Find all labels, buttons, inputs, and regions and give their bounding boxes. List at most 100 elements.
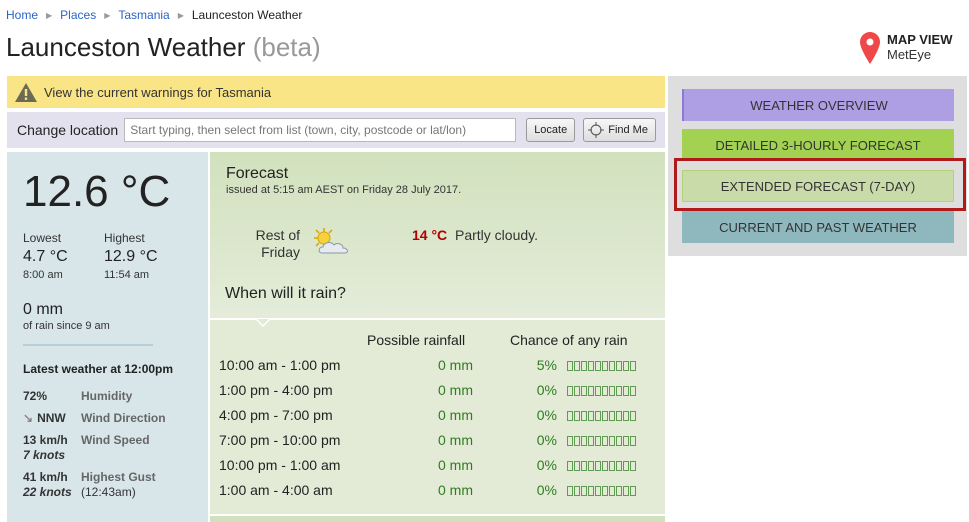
highest-label: Highest	[104, 231, 145, 245]
rain-amount: 0 mm	[438, 382, 473, 398]
current-conditions-panel: 12.6 °C Lowest 4.7 °C 8:00 am Highest 12…	[7, 152, 208, 522]
chance-bar-segment	[609, 436, 615, 446]
chance-bar-segment	[630, 411, 636, 421]
highest-value: 12.9 °C	[104, 248, 158, 265]
chance-bar-segment	[574, 411, 580, 421]
forecast-day: Rest of Friday	[252, 227, 300, 261]
chance-bar-segment	[588, 486, 594, 496]
observation-humidity: 72% Humidity	[23, 389, 208, 404]
chance-bar-segment	[567, 461, 573, 471]
change-location-bar: Change location Locate Find Me	[7, 112, 665, 148]
forecast-day-line2: Friday	[261, 244, 300, 260]
chance-bar-segment	[623, 411, 629, 421]
breadcrumb-places[interactable]: Places	[60, 8, 96, 22]
chance-bar-segment	[581, 461, 587, 471]
chance-bar-segment	[567, 411, 573, 421]
map-view-link[interactable]: MAP VIEW MetEye	[860, 32, 953, 64]
rain-amount: 0 mm	[438, 407, 473, 423]
chance-bar-segment	[630, 486, 636, 496]
rain-chance: 0%	[536, 482, 557, 498]
rain-table-row: 4:00 pm - 7:00 pm 0 mm 0%	[219, 407, 659, 427]
rain-table-row: 1:00 pm - 4:00 pm 0 mm 0%	[219, 382, 659, 402]
breadcrumb-home[interactable]: Home	[6, 8, 38, 22]
chance-bar-segment	[595, 461, 601, 471]
chance-bar	[567, 411, 637, 421]
rain-table: Possible rainfall Chance of any rain 10:…	[210, 319, 665, 514]
rain-period: 7:00 pm - 10:00 pm	[219, 432, 341, 448]
chance-bar-segment	[616, 436, 622, 446]
chance-bar-segment	[602, 411, 608, 421]
current-temperature: 12.6 °C	[23, 167, 171, 216]
rain-question-heading: When will it rain?	[225, 285, 346, 302]
breadcrumb-separator-icon: ▶	[177, 10, 184, 20]
observation-wind-speed: 13 km/h 7 knots Wind Speed	[23, 433, 208, 463]
rain-table-row: 1:00 am - 4:00 am 0 mm 0%	[219, 482, 659, 502]
lowest-time: 8:00 am	[23, 269, 63, 281]
chance-bar-segment	[623, 436, 629, 446]
breadcrumb-tasmania[interactable]: Tasmania	[118, 8, 169, 22]
chance-bar-segment	[609, 461, 615, 471]
chance-bar	[567, 361, 637, 371]
crosshair-icon	[588, 122, 605, 138]
header-chance-of-rain: Chance of any rain	[510, 332, 628, 348]
wind-direction-value: NNW	[37, 411, 66, 425]
map-view-subtitle: MetEye	[887, 47, 932, 62]
page-title-beta: (beta)	[252, 32, 321, 62]
nav-detailed-3-hourly[interactable]: DETAILED 3-HOURLY FORECAST	[682, 129, 954, 161]
location-search-input[interactable]	[124, 118, 517, 142]
gust-kmh: 41 km/h	[23, 470, 68, 484]
chance-bar-segment	[616, 361, 622, 371]
chance-bar-segment	[588, 361, 594, 371]
chance-bar-segment	[609, 386, 615, 396]
locate-button[interactable]: Locate	[526, 118, 576, 142]
forecast-nav-panel: WEATHER OVERVIEW DETAILED 3-HOURLY FOREC…	[668, 76, 967, 256]
rain-chance: 5%	[536, 357, 557, 373]
gust-label: Highest Gust	[81, 470, 156, 484]
rain-amount: 0 mm	[438, 432, 473, 448]
breadcrumb-current: Launceston Weather	[191, 8, 303, 22]
chance-bar-segment	[616, 411, 622, 421]
rain-table-row: 10:00 am - 1:00 pm 0 mm 5%	[219, 357, 659, 377]
chance-bar-segment	[623, 386, 629, 396]
wind-direction-arrow-icon: ↘	[23, 411, 34, 425]
observation-wind-direction: ↘ NNW Wind Direction	[23, 411, 208, 426]
chance-bar	[567, 386, 637, 396]
warnings-banner[interactable]: View the current warnings for Tasmania	[7, 76, 665, 108]
rainfall-value: 0 mm	[23, 301, 63, 318]
nav-current-past-weather[interactable]: CURRENT AND PAST WEATHER	[682, 211, 954, 243]
chance-bar-segment	[574, 461, 580, 471]
partly-cloudy-icon	[314, 228, 348, 254]
chance-bar-segment	[574, 486, 580, 496]
nav-weather-overview[interactable]: WEATHER OVERVIEW	[682, 89, 954, 121]
rainfall-since: of rain since 9 am	[23, 320, 110, 332]
chance-bar	[567, 436, 637, 446]
chance-bar-segment	[609, 411, 615, 421]
find-me-button[interactable]: Find Me	[583, 118, 656, 142]
chance-bar-segment	[602, 361, 608, 371]
rain-table-row: 10:00 pm - 1:00 am 0 mm 0%	[219, 457, 659, 477]
chance-bar	[567, 486, 637, 496]
rain-chance: 0%	[536, 382, 557, 398]
chance-bar-segment	[623, 361, 629, 371]
divider	[23, 344, 153, 346]
rain-chance: 0%	[536, 457, 557, 473]
wind-speed-knots: 7 knots	[23, 448, 66, 462]
breadcrumb: Home ▶ Places ▶ Tasmania ▶ Launceston We…	[6, 8, 302, 22]
chance-bar-segment	[588, 461, 594, 471]
observations-list: 72% Humidity ↘ NNW Wind Direction 13 km/h…	[23, 389, 208, 500]
forecast-panel: Forecast issued at 5:15 am AEST on Frida…	[210, 152, 665, 318]
lowest-label: Lowest	[23, 231, 62, 245]
breadcrumb-separator-icon: ▶	[104, 10, 111, 20]
chance-bar-segment	[574, 386, 580, 396]
nav-extended-forecast[interactable]: EXTENDED FORECAST (7-DAY)	[682, 170, 954, 202]
forecast-max-temp: 14 °C	[412, 227, 448, 243]
chance-bar-segment	[595, 436, 601, 446]
chance-bar-segment	[574, 436, 580, 446]
chance-bar-segment	[581, 411, 587, 421]
chance-bar-segment	[588, 386, 594, 396]
warnings-link-text[interactable]: View the current warnings for Tasmania	[44, 85, 271, 100]
chance-bar-segment	[581, 486, 587, 496]
forecast-title: Forecast	[226, 165, 289, 182]
chance-bar-segment	[602, 386, 608, 396]
chance-bar-segment	[567, 486, 573, 496]
